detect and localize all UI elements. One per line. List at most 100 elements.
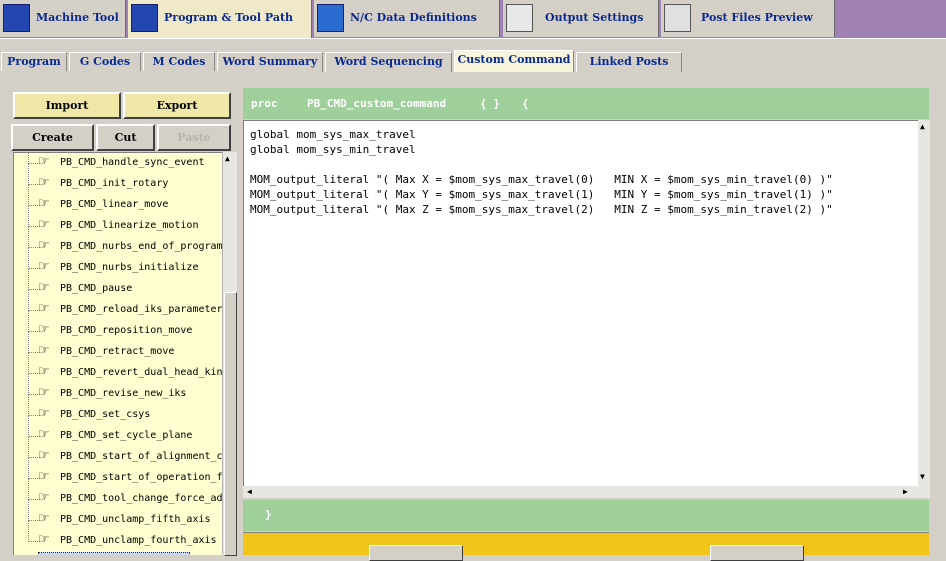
tree-item-label: PB_CMD_init_rotary	[60, 178, 169, 189]
tree-item-label: PB_CMD_linearize_motion	[60, 220, 199, 231]
pointing-hand-icon: ☞	[38, 322, 50, 337]
tree-item-label: PB_CMD_tool_change_force_ad	[60, 493, 223, 504]
tree-item[interactable]: ☞ PB_CMD_nurbs_initialize	[14, 248, 223, 279]
pointing-hand-icon: ☞	[38, 364, 50, 379]
create-button[interactable]: Create	[11, 124, 94, 151]
sub-tab-strip: Program G Codes M Codes Word Summary Wor…	[0, 38, 946, 72]
scroll-up-icon[interactable]: ▲	[225, 154, 230, 163]
tree-item[interactable]: ☞ PB_CMD_start_of_operation_f	[14, 458, 223, 489]
tab-label: N/C Data Definitions	[350, 11, 477, 24]
subtab-linked-posts[interactable]: Linked Posts	[576, 52, 682, 72]
tab-nc-data-definitions[interactable]: N/C Data Definitions	[314, 0, 500, 37]
tree-scrollbar[interactable]: ▲	[222, 152, 237, 556]
pointing-hand-icon: ☞	[38, 406, 50, 421]
pointing-hand-icon: ☞	[38, 385, 50, 400]
tree-item[interactable]: ☞ PB_CMD_linearize_motion	[14, 206, 223, 237]
paste-button: Paste	[157, 124, 231, 151]
subtab-custom-command[interactable]: Custom Command	[454, 50, 574, 72]
tree-item-label: PB_CMD_linear_move	[60, 199, 169, 210]
command-list-panel: Import Export Create Cut Paste ☞ PB_CMD_h…	[0, 71, 242, 556]
pointing-hand-icon: ☞	[38, 511, 50, 526]
action-button-left[interactable]	[369, 545, 463, 561]
tree-item[interactable]: ☞ PB_CMD_reposition_move	[14, 311, 223, 342]
pointing-hand-icon: ☞	[38, 280, 50, 295]
cut-button[interactable]: Cut	[96, 124, 155, 151]
proc-keyword: proc	[251, 97, 278, 110]
tree-item[interactable]: ☞ PB_CMD_set_cycle_plane	[14, 416, 223, 447]
tree-item[interactable]: ☞ PB_CMD_init_rotary	[14, 164, 223, 195]
action-bar	[243, 532, 929, 561]
tree-item[interactable]: ☞ PB_CMD_nurbs_end_of_program	[14, 227, 223, 258]
export-button[interactable]: Export	[123, 92, 231, 119]
tree-item-label: PB_CMD_set_cycle_plane	[60, 430, 193, 441]
tab-program-tool-path[interactable]: Program & Tool Path	[128, 0, 312, 38]
machine-tool-icon	[3, 4, 30, 32]
nc-data-icon	[317, 4, 344, 32]
scroll-down-icon[interactable]: ▼	[920, 472, 925, 481]
main-tab-strip: Machine Tool Program & Tool Path N/C Dat…	[0, 0, 946, 38]
proc-header-bar: proc PB_CMD_custom_command { } {	[243, 88, 929, 119]
subtab-g-codes[interactable]: G Codes	[69, 52, 141, 72]
tree-item-label: PB_CMD_set_csys	[60, 409, 151, 420]
editor-horizontal-scrollbar[interactable]: ◀ ▶	[243, 486, 930, 498]
tab-post-files-preview[interactable]: Post Files Preview	[661, 0, 835, 37]
pointing-hand-icon: ☞	[38, 301, 50, 316]
scroll-right-icon[interactable]: ▶	[903, 487, 908, 496]
tree-item[interactable]: ☞ PB_CMD_linear_move	[14, 185, 223, 216]
import-button[interactable]: Import	[13, 92, 121, 119]
code-editor[interactable]: global mom_sys_max_travel global mom_sys_…	[243, 120, 918, 486]
tab-output-settings[interactable]: Output Settings	[503, 0, 659, 37]
pointing-hand-icon: ☞	[38, 469, 50, 484]
tree-item[interactable]: ☞ PB_CMD_reload_iks_parameters	[14, 290, 223, 321]
tree-item-label: PB_CMD_nurbs_initialize	[60, 262, 199, 273]
tree-item-label: PB_CMD_unclamp_fifth_axis	[60, 514, 211, 525]
tree-item[interactable]: ☞ PB_CMD_handle_sync_event	[14, 153, 223, 174]
tree-item[interactable]: ☞ PB_CMD_unclamp_fourth_axis	[14, 521, 223, 552]
pointing-hand-icon: ☞	[38, 217, 50, 232]
tree-item-label: PB_CMD_reposition_move	[60, 325, 193, 336]
code-line: MOM_output_literal "( Max Z = $mom_sys_m…	[250, 203, 833, 216]
pointing-hand-icon: ☞	[38, 196, 50, 211]
pointing-hand-icon: ☞	[38, 448, 50, 463]
proc-footer-bar: }	[243, 500, 929, 531]
tree-item-label: PB_CMD_revise_new_iks	[60, 388, 187, 399]
tree-item[interactable]: ☞ PB_CMD_revert_dual_head_kin	[14, 353, 223, 384]
tree-item-label: PB_CMD_revert_dual_head_kin	[60, 367, 223, 378]
tree-item-label: PB_CMD_handle_sync_event	[60, 157, 205, 168]
tab-label: Program & Tool Path	[164, 11, 294, 24]
tree-item[interactable]: ☞ PB_CMD_unclamp_fifth_axis	[14, 500, 223, 531]
subtab-program[interactable]: Program	[1, 52, 67, 72]
tree-item[interactable]: ☞ PB_CMD_start_of_alignment_c	[14, 437, 223, 468]
tree-item-label: PB_CMD_pause	[60, 283, 133, 294]
proc-open-brace: {	[522, 97, 529, 110]
proc-name: PB_CMD_custom_command	[307, 97, 447, 110]
scroll-left-icon[interactable]: ◀	[247, 487, 252, 496]
tab-label: Machine Tool	[36, 11, 119, 24]
printer-icon	[664, 4, 691, 32]
output-settings-icon	[506, 4, 533, 32]
scroll-thumb[interactable]	[224, 292, 237, 556]
editor-vertical-scrollbar[interactable]: ▲ ▼	[918, 120, 930, 486]
pointing-hand-icon: ☞	[38, 175, 50, 190]
proc-close-brace: }	[265, 508, 272, 521]
pointing-hand-icon: ☞	[38, 490, 50, 505]
subtab-word-sequencing[interactable]: Word Sequencing	[325, 52, 452, 72]
proc-args: { }	[480, 97, 500, 110]
tab-machine-tool[interactable]: Machine Tool	[0, 0, 126, 37]
tree-item[interactable]: ☞ PB_CMD_revise_new_iks	[14, 374, 223, 405]
program-toolpath-icon	[131, 4, 158, 32]
tree-item[interactable]: ☞ PB_CMD_retract_move	[14, 332, 223, 363]
subtab-m-codes[interactable]: M Codes	[143, 52, 215, 72]
tree-item[interactable]: ☞ PB_CMD_tool_change_force_ad	[14, 479, 223, 510]
subtab-word-summary[interactable]: Word Summary	[217, 52, 323, 72]
tree-item[interactable]: ☞ PB_CMD_set_csys	[14, 395, 223, 426]
pointing-hand-icon: ☞	[38, 154, 50, 169]
custom-command-tree: ☞ PB_CMD_handle_sync_event ☞ PB_CMD_init_ro…	[13, 152, 223, 555]
action-button-right[interactable]	[710, 545, 804, 561]
scroll-up-icon[interactable]: ▲	[920, 122, 925, 131]
tree-item[interactable]: ☞ PB_CMD_pause	[14, 269, 223, 300]
pointing-hand-icon: ☞	[38, 259, 50, 274]
tree-item-label: PB_CMD_nurbs_end_of_program	[60, 241, 223, 252]
code-line: MOM_output_literal "( Max X = $mom_sys_m…	[250, 173, 833, 186]
code-line: global mom_sys_max_travel	[250, 128, 416, 141]
